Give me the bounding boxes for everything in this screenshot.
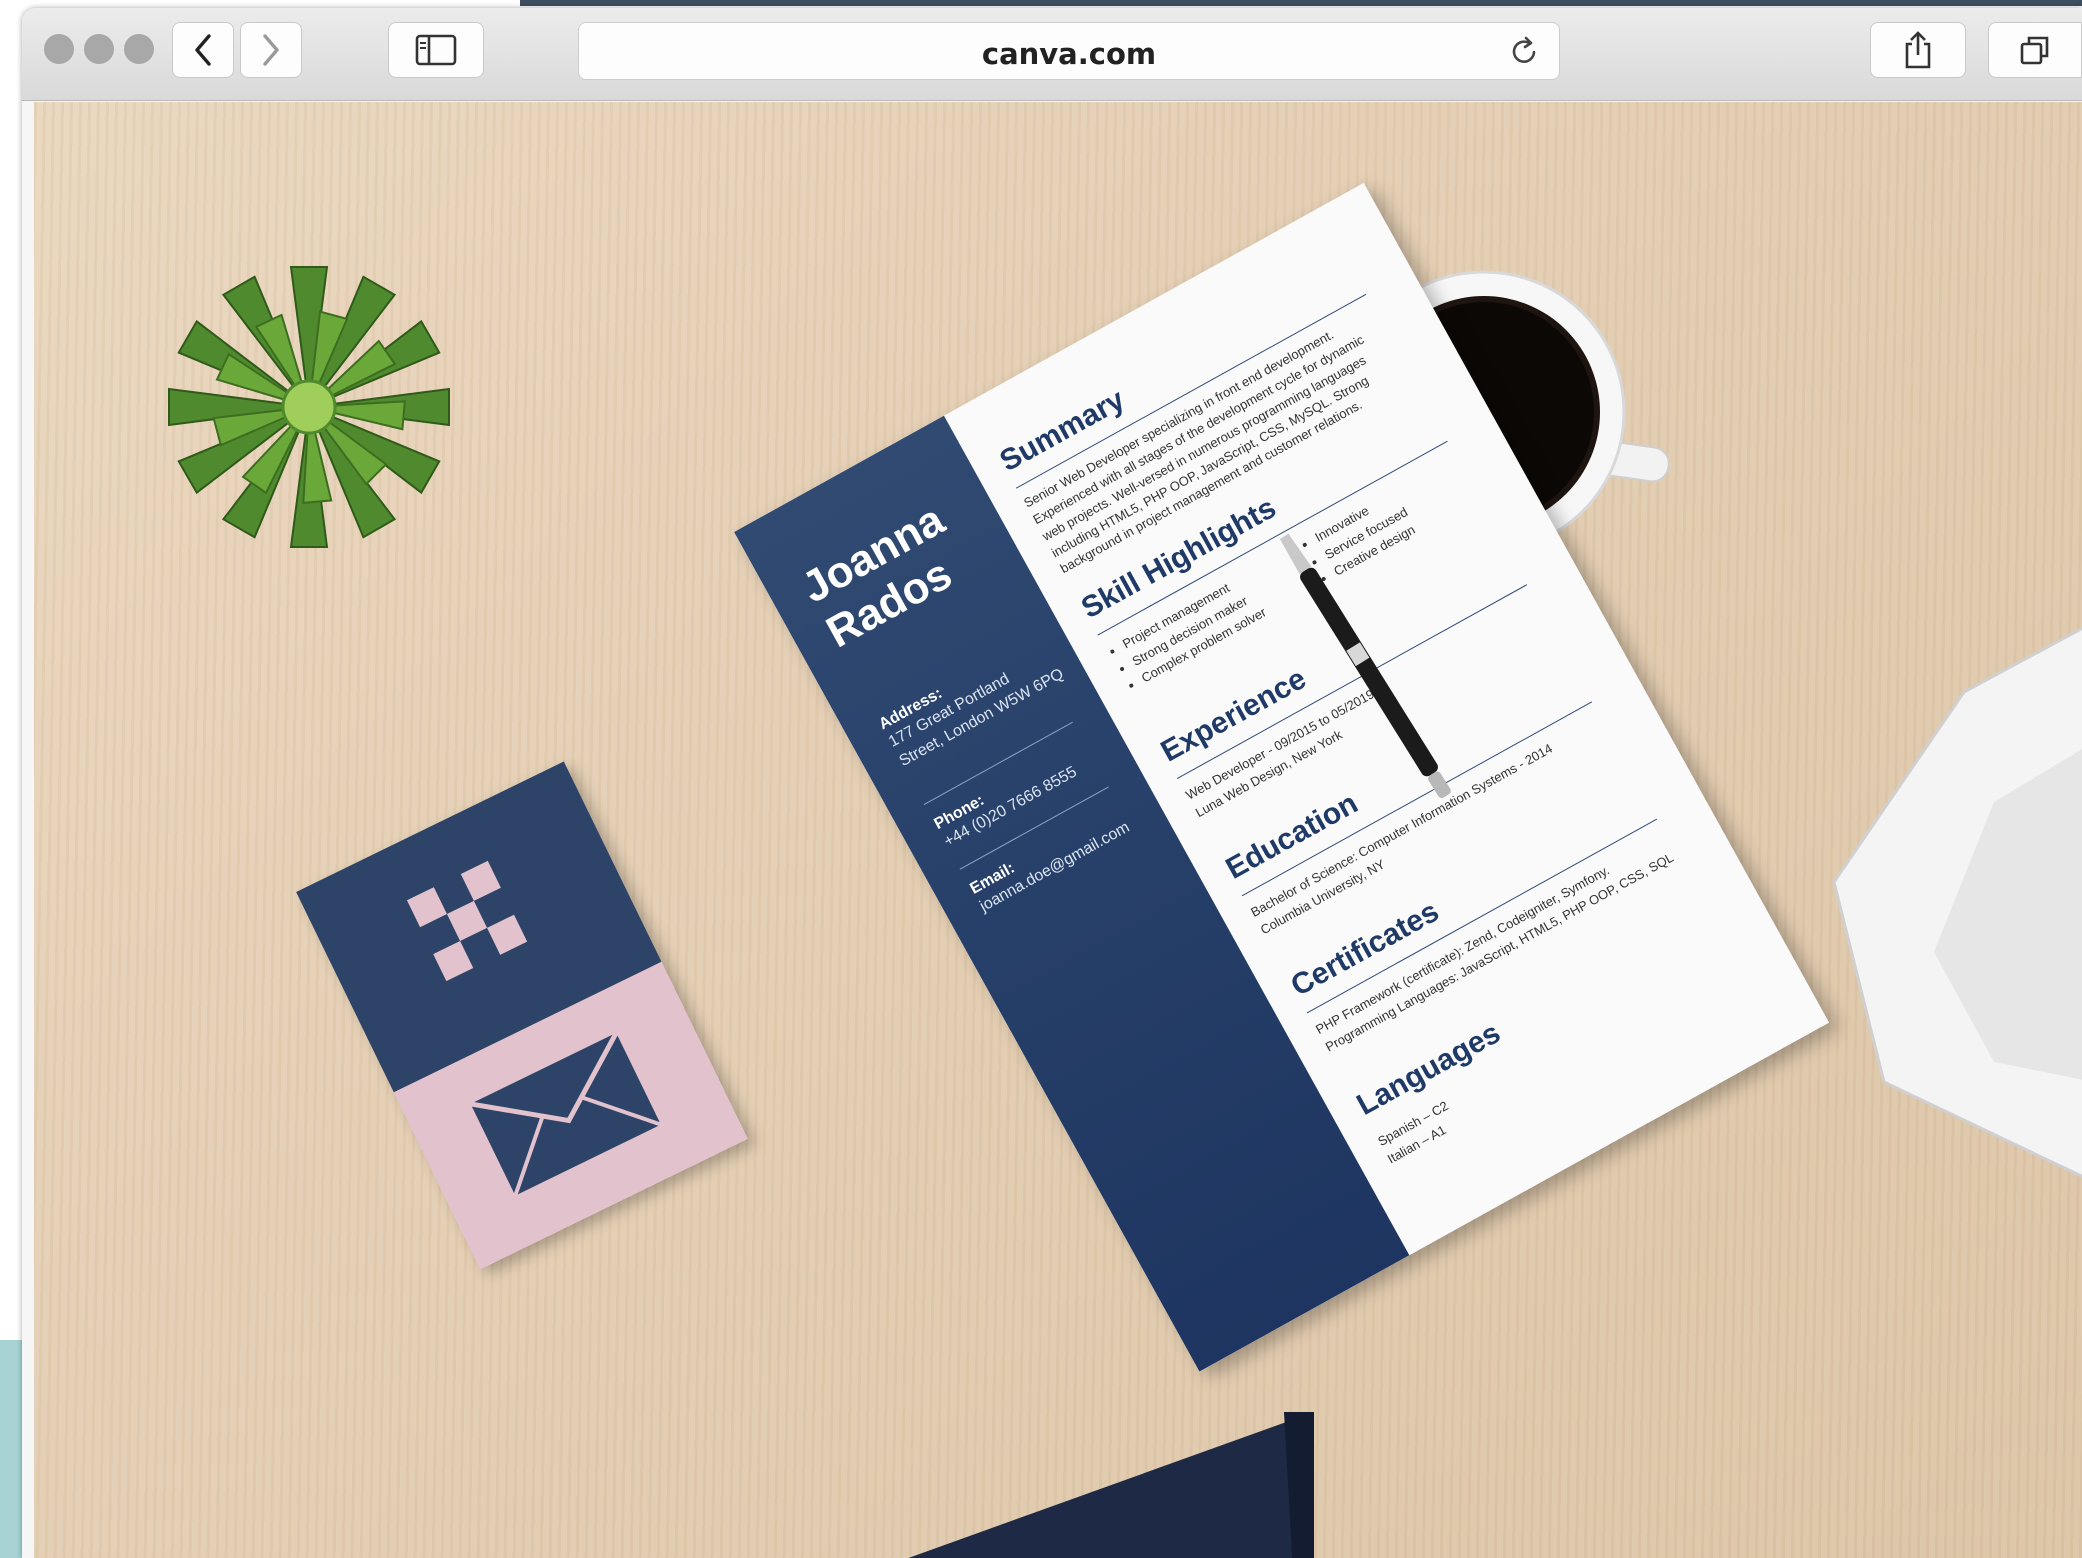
chevron-left-icon [195,34,211,66]
background-strip [520,0,2082,6]
share-button[interactable] [1870,22,1966,78]
address-block: Address: 177 Great Portland Street, Lond… [876,629,1067,772]
resume-name: Joanna Rados [794,495,978,658]
page-content: Joanna Rados Address: 177 Great Portland… [34,102,2082,1558]
back-button[interactable] [172,22,234,78]
logo-pattern-icon [406,860,528,982]
chevron-right-icon [263,34,279,66]
succulent-plant-image [168,266,450,548]
browser-toolbar: canva.com [22,8,2082,101]
business-card [296,761,748,1270]
tabs-icon [2020,36,2049,65]
share-icon [1905,31,1931,69]
navy-folder-image [908,1412,1314,1558]
pen-image [1279,533,1451,799]
browser-window: canva.com Joanna Rados Address: 177 Grea… [22,8,2082,1558]
forward-button[interactable] [240,22,302,78]
sidebar-icon [415,34,457,66]
close-window-button[interactable] [44,34,74,64]
white-bowl-image [1832,626,2082,1178]
url-text: canva.com [981,37,1157,71]
sidebar-button[interactable] [388,22,484,78]
zoom-window-button[interactable] [124,34,154,64]
reload-icon[interactable] [1507,35,1541,69]
address-bar[interactable]: canva.com [578,22,1560,80]
envelope-icon [469,1031,662,1196]
minimize-window-button[interactable] [84,34,114,64]
tabs-button[interactable] [1988,22,2082,78]
